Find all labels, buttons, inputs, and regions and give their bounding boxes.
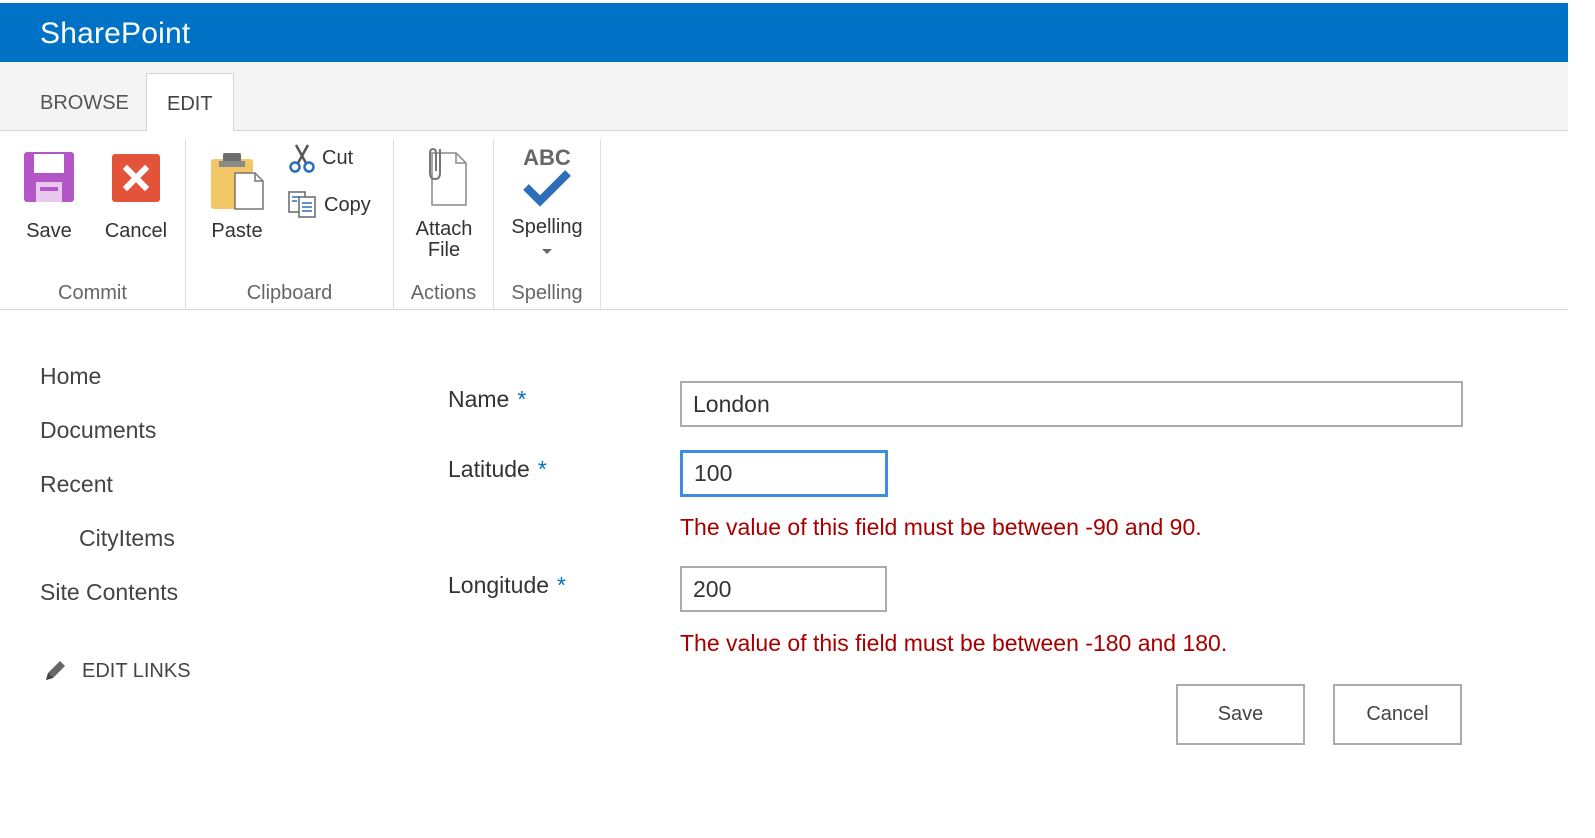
longitude-input[interactable] <box>680 566 887 612</box>
tab-edit[interactable]: EDIT <box>146 73 234 132</box>
nav-item-site-contents[interactable]: Site Contents <box>40 579 178 606</box>
ribbon-cut-label: Cut <box>322 146 354 169</box>
save-button[interactable]: Save <box>1176 684 1305 745</box>
ribbon-save-label: Save <box>26 220 72 242</box>
cancel-icon <box>112 154 160 202</box>
brand-title[interactable]: SharePoint <box>40 17 190 51</box>
ribbon-spelling-label: Spelling <box>511 216 583 238</box>
longitude-label: Longitude * <box>448 572 566 599</box>
nav-item-recent[interactable]: Recent <box>40 471 113 498</box>
chevron-down-icon[interactable] <box>541 248 553 256</box>
ribbon-group-commit: Save Cancel Commit <box>0 139 186 309</box>
ribbon-spelling-button[interactable]: ABC Spelling <box>504 147 590 256</box>
checkmark-icon <box>523 170 571 207</box>
nav-item-documents[interactable]: Documents <box>40 417 156 444</box>
nav-item-home[interactable]: Home <box>40 363 101 390</box>
save-icon <box>24 152 74 202</box>
ribbon-attach-label-1: Attach <box>415 218 473 240</box>
latitude-input[interactable] <box>680 450 888 497</box>
name-label: Name * <box>448 386 526 413</box>
required-asterisk: * <box>557 572 566 598</box>
latitude-label-text: Latitude <box>448 456 530 482</box>
latitude-label: Latitude * <box>448 456 547 483</box>
longitude-error: The value of this field must be between … <box>680 630 1228 656</box>
name-label-text: Name <box>448 386 510 412</box>
scissors-icon <box>289 144 315 173</box>
longitude-label-text: Longitude <box>448 572 550 598</box>
nav-item-cityitems[interactable]: CityItems <box>79 525 175 552</box>
ribbon-group-actions: Attach File Actions <box>394 139 494 309</box>
ribbon-cut-button[interactable]: Cut <box>288 143 353 173</box>
ribbon-save-button[interactable]: Save <box>14 151 84 242</box>
tab-browse[interactable]: BROWSE <box>20 73 149 130</box>
edit-links-button[interactable]: EDIT LINKS <box>42 658 191 684</box>
attach-file-icon <box>429 147 467 206</box>
name-input[interactable] <box>680 381 1463 427</box>
suite-bar: SharePoint <box>0 3 1568 62</box>
group-label-spelling: Spelling <box>511 282 583 304</box>
pencil-icon <box>46 661 65 680</box>
edit-links-label: EDIT LINKS <box>82 659 191 682</box>
abc-icon: ABC <box>523 145 571 170</box>
ribbon: Save Cancel Commit Paste Cut Copy Clipbo… <box>0 131 1568 310</box>
ribbon-attach-label-2: File <box>427 239 461 261</box>
ribbon-paste-button[interactable]: Paste <box>206 151 268 242</box>
ribbon-group-spelling: ABC Spelling Spelling <box>494 139 601 309</box>
group-label-commit: Commit <box>58 282 127 304</box>
paste-icon <box>211 153 264 210</box>
ribbon-paste-label: Paste <box>211 220 263 242</box>
group-label-clipboard: Clipboard <box>246 282 333 304</box>
ribbon-cancel-button[interactable]: Cancel <box>100 151 172 242</box>
ribbon-tab-row: BROWSE EDIT <box>0 62 1568 132</box>
latitude-error: The value of this field must be between … <box>680 514 1202 540</box>
ribbon-copy-label: Copy <box>324 193 371 216</box>
cancel-button[interactable]: Cancel <box>1333 684 1462 745</box>
ribbon-copy-button[interactable]: Copy <box>288 191 371 219</box>
group-label-actions: Actions <box>410 282 477 304</box>
ribbon-attach-file-button[interactable]: Attach File <box>404 147 484 261</box>
copy-icon <box>288 191 316 218</box>
ribbon-group-clipboard: Paste Cut Copy Clipboard <box>186 139 394 309</box>
required-asterisk: * <box>517 386 527 412</box>
required-asterisk: * <box>537 456 547 482</box>
ribbon-cancel-label: Cancel <box>104 220 168 242</box>
